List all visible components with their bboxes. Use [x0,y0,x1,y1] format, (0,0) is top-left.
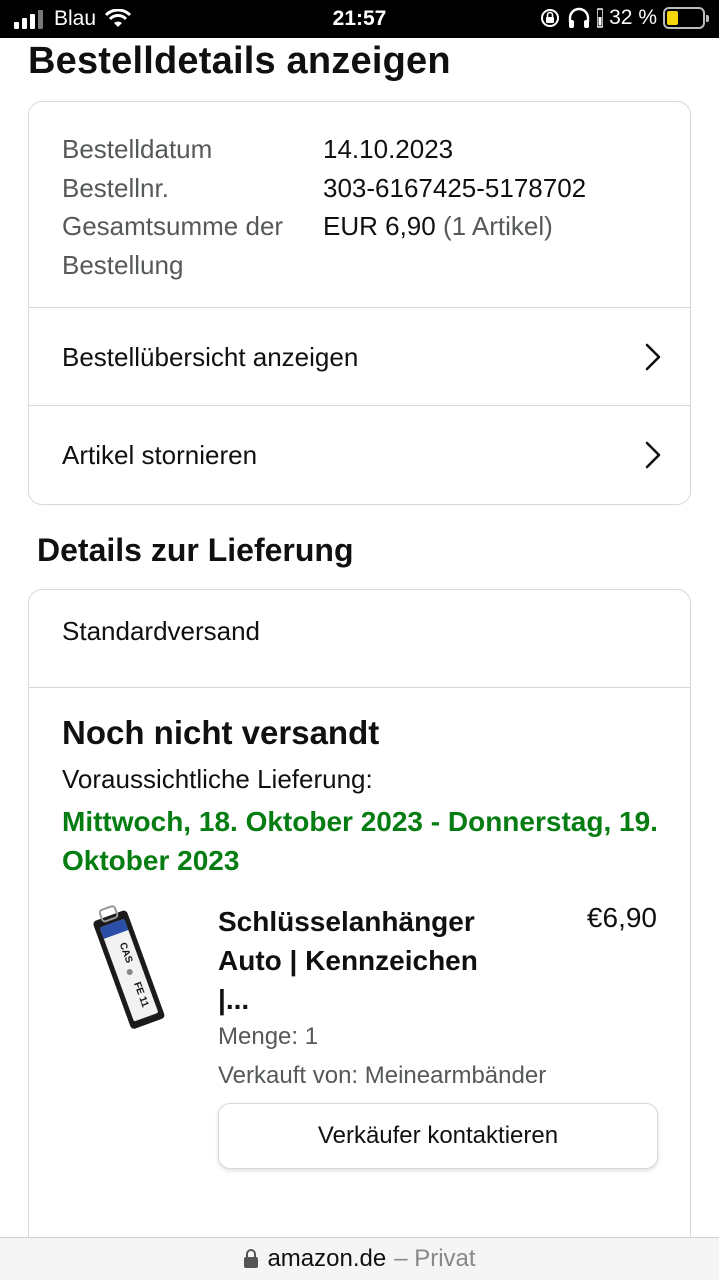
order-date-value: 14.10.2023 [323,134,454,164]
license-plate-keychain-image: CAS FE 11 [93,905,165,1029]
shipping-type: Standardversand [62,616,261,646]
order-date-row: Bestelldatum 14.10.2023 [62,130,586,169]
battery-percent: 32 % [609,6,657,29]
private-label: – Privat [394,1245,476,1272]
order-date-label: Bestelldatum [62,134,213,164]
page-title: Bestelldetails anzeigen [28,40,451,82]
order-summary-card: Bestelldatum 14.10.2023 Bestellnr. 303-6… [28,101,691,505]
shipment-status: Noch nicht versandt [62,714,380,751]
delivery-card: Standardversand Noch nicht versandt Vora… [28,589,691,1249]
eta-label: Voraussichtliche Lieferung: [62,764,373,794]
order-number-row: Bestellnr. 303-6167425-5178702 [62,169,586,208]
battery-cap [706,15,709,22]
battery-icon [663,7,709,29]
url-bar[interactable]: amazon.de – Privat [0,1237,719,1280]
order-info-grid: Bestelldatum 14.10.2023 Bestellnr. 303-6… [62,130,586,284]
cancel-items-link[interactable]: Artikel stornieren [29,406,690,504]
product-seller: Verkauft von: Meinearmbänder [218,1062,547,1089]
battery-fill [667,11,678,25]
url-domain: amazon.de [267,1245,387,1272]
status-right: 32 % [539,6,709,30]
product-price: €6,90 [586,902,657,933]
delivery-section-title: Details zur Lieferung [37,532,354,568]
view-order-summary-link[interactable]: Bestellübersicht anzeigen [29,308,690,406]
product-title[interactable]: Schlüsselanhänger Auto | Kennzeichen |..… [218,902,508,1019]
rotation-lock-icon [541,9,560,27]
order-number-label: Bestellnr. [62,172,169,203]
status-bar: Blau 21:57 32 % [0,0,719,38]
order-total-value-wrap: EUR 6,90 (1 Artikel) [323,207,553,284]
product-image[interactable]: CAS FE 11 [84,902,174,1032]
chevron-right-icon [645,441,661,469]
lock-icon [244,1249,259,1268]
cancel-items-label: Artikel stornieren [62,439,258,470]
order-total-label: Gesamtsumme der Bestellung [62,211,284,280]
view-order-summary-label: Bestellübersicht anzeigen [62,341,359,372]
headphones-icon [568,7,590,28]
order-item-count: (1 Artikel) [442,211,553,241]
eta-dates: Mittwoch, 18. Oktober 2023 - Donnerstag,… [62,806,658,876]
battery-bar-icon [597,8,604,28]
divider [29,687,690,688]
order-number-value: 303-6167425-5178702 [323,172,587,203]
contact-seller-button[interactable]: Verkäufer kontaktieren [218,1103,658,1169]
product-quantity: Menge: 1 [218,1023,319,1050]
chevron-right-icon [645,343,661,371]
order-total-value: EUR 6,90 [323,211,436,241]
order-total-row: Gesamtsumme der Bestellung EUR 6,90 (1 A… [62,207,586,284]
